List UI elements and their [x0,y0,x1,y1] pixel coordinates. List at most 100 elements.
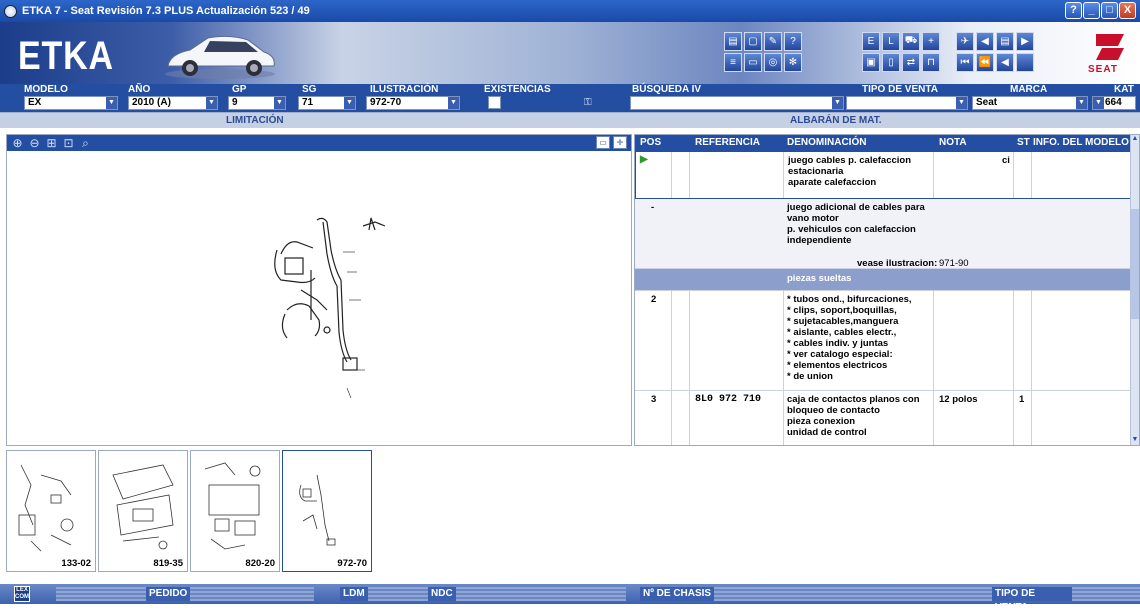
zoom-fit-icon[interactable]: ⊡ [62,136,75,150]
col-pos[interactable]: POS [640,137,661,148]
next-page-icon[interactable]: ▶ [1016,32,1034,51]
gp-select[interactable]: 9 ▼ [228,96,286,110]
ndc-field[interactable]: NDC [428,587,626,601]
chevron-down-icon[interactable]: ▼ [448,97,459,109]
table-row[interactable]: ▶ juego cables p. calefaccion estacionar… [635,151,1131,199]
col-info[interactable]: INFO. DEL MODELO [1033,137,1129,148]
table-row[interactable]: - juego adicional de cables para vano mo… [635,199,1131,269]
pedido-field[interactable]: PEDIDO [56,587,315,601]
first-icon[interactable]: ⏮ [956,53,974,72]
table-header: POS REFERENCIA DENOMINACIÓN NOTA ST INFO… [635,135,1131,151]
current-row-arrow-icon: ▶ [640,154,648,165]
maximize-button[interactable]: □ [1101,2,1118,19]
minimize-button[interactable]: _ [1083,2,1100,19]
back-icon[interactable]: ⏪ [976,53,994,72]
table-scrollbar[interactable]: ▲ ▼ [1130,135,1139,445]
zoom-in-icon[interactable]: ⊕ [11,136,24,150]
chevron-down-icon[interactable]: ▼ [274,97,285,109]
thumbnail-972-70[interactable]: 972-70 [282,450,372,572]
chasis-label: Nº DE CHASIS [640,587,715,601]
sg-select[interactable]: 71 ▼ [298,96,356,110]
settings-icon[interactable]: ✻ [784,53,802,72]
existencias-checkbox[interactable] [488,96,501,109]
col-st[interactable]: ST [1017,137,1030,148]
left-icon[interactable]: ◀ [996,53,1014,72]
table-section-row[interactable]: piezas sueltas [635,269,1131,291]
doc-icon[interactable]: ▭ [744,53,762,72]
ldm-field[interactable]: LDM [340,587,428,601]
search-icon[interactable]: ⌕ [79,136,92,150]
thumbnail-label: 972-70 [337,558,367,569]
thumbnail-820-20[interactable]: 820-20 [190,450,280,572]
modelo-select[interactable]: EX ▼ [24,96,118,110]
help-button[interactable]: ? [1065,2,1082,19]
busqueda-input[interactable]: ▼ [630,96,844,110]
gp-label: GP [232,84,247,95]
marca-select[interactable]: Seat ▼ [972,96,1088,110]
cart-icon[interactable]: ⛟ [902,32,920,51]
order-toolgroup: E L ⛟ + ▣ ▯ ⇄ ⊓ [862,32,940,72]
seat-logo-text: SEAT [1088,64,1118,75]
close-button[interactable]: X [1119,2,1136,19]
tipo-venta-label: TIPO DE VENTA [862,84,938,95]
row-nota[interactable]: 971-90 [939,258,969,269]
chevron-down-icon[interactable]: ▼ [832,97,843,109]
scroll-up-icon[interactable]: ▲ [1131,135,1139,144]
page-icon[interactable]: ▤ [996,32,1014,51]
window-titlebar: ETKA 7 - Seat Revisión 7.3 PLUS Actualiz… [0,0,1140,22]
car-image [165,35,275,79]
kat-select[interactable]: ▼ 664 [1092,96,1136,110]
thumbnail-133-02[interactable]: 133-02 [6,450,96,572]
table-row[interactable]: 3 8L0 972 710 caja de contactos planos c… [635,391,1131,445]
marca-value: Seat [976,97,998,108]
cart-add-icon[interactable]: + [922,32,940,51]
row-denominacion: juego adicional de cables para vano moto… [787,202,925,246]
busqueda-label: BÚSQUEDA IV [632,84,702,95]
chevron-down-icon[interactable]: ▼ [206,97,217,109]
elsa-icon[interactable]: E [862,32,880,51]
basket-icon[interactable]: ⊓ [922,53,940,72]
book-icon[interactable]: ▢ [744,32,762,51]
modelo-value: EX [28,97,42,108]
bike-icon[interactable]: ◎ [764,53,782,72]
zoom-area-icon[interactable]: ⊞ [45,136,58,150]
ilustracion-label: ILUSTRACIÓN [370,84,439,95]
anio-select[interactable]: 2010 (A) ▼ [128,96,218,110]
prev-page-icon[interactable]: ◀ [976,32,994,51]
chevron-down-icon[interactable]: ▼ [1093,97,1104,109]
tools-icon[interactable]: ✎ [764,32,782,51]
tipo-venta-line [1071,587,1140,601]
move-icon[interactable]: ✛ [613,136,627,149]
printer-icon[interactable]: ▤ [724,32,742,51]
chevron-down-icon[interactable]: ▼ [956,97,967,109]
monitor-icon[interactable]: ▣ [862,53,880,72]
thumbnail-819-35[interactable]: 819-35 [98,450,188,572]
col-denominacion[interactable]: DENOMINACIÓN [787,137,866,148]
ilustracion-select[interactable]: 972-70 ▼ [366,96,460,110]
help-query-icon[interactable]: ? [784,32,802,51]
zoom-out-icon[interactable]: ⊖ [28,136,41,150]
table-row[interactable]: 2 * tubos ond., bifurcaciones, * clips, … [635,291,1131,391]
split-view-icon[interactable]: ▭ [596,136,610,149]
col-referencia[interactable]: REFERENCIA [695,137,760,148]
anio-label: AÑO [128,84,151,95]
lexcom-icon[interactable]: L [882,32,900,51]
tipo-venta-field[interactable]: TIPO DE VENTA [992,587,1140,613]
scroll-thumb[interactable] [1131,209,1139,319]
lexcom-icon[interactable]: LEX COM [14,586,30,602]
app-icon [4,4,17,18]
list-icon[interactable]: ≡ [724,53,742,72]
chevron-down-icon[interactable]: ▼ [1076,97,1087,109]
limitacion-label: LIMITACIÓN [226,115,284,126]
chasis-field[interactable]: Nº DE CHASIS [640,587,1015,601]
parts-illustration [274,217,386,399]
transfer-icon[interactable]: ⇄ [902,53,920,72]
col-nota[interactable]: NOTA [939,137,967,148]
scroll-down-icon[interactable]: ▼ [1131,436,1139,445]
file-icon[interactable]: ▯ [882,53,900,72]
pin-icon[interactable]: ✈ [956,32,974,51]
tipo-venta-select[interactable]: ▼ [846,96,968,110]
tipo-venta-status-label: TIPO DE VENTA [992,587,1072,613]
chevron-down-icon[interactable]: ▼ [106,97,117,109]
chevron-down-icon[interactable]: ▼ [344,97,355,109]
